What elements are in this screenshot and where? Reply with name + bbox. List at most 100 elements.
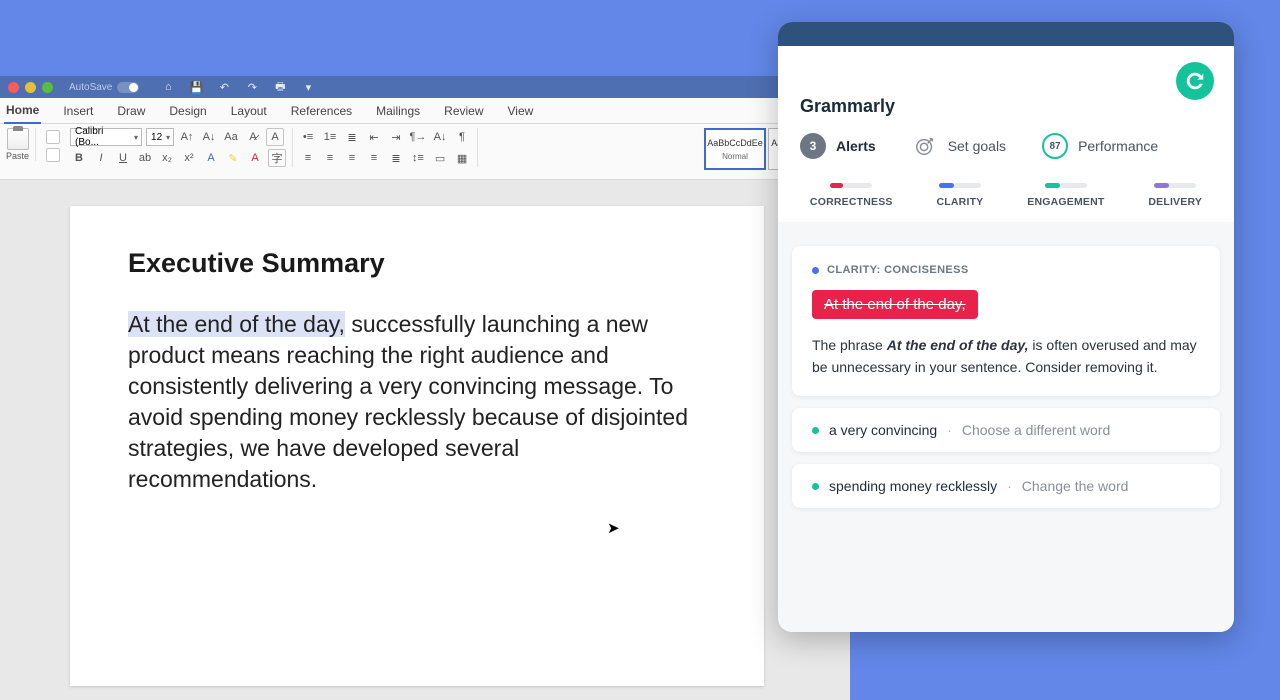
tab-review[interactable]: Review (442, 99, 485, 123)
bar-icon (830, 183, 872, 188)
justify-icon[interactable]: ≡ (365, 149, 383, 167)
tab-home[interactable]: Home (4, 98, 41, 124)
target-icon (912, 133, 938, 159)
tab-insert[interactable]: Insert (61, 99, 95, 123)
grammarly-header-bar (778, 22, 1234, 46)
tab-performance[interactable]: 87 Performance (1042, 133, 1158, 159)
word-window: AutoSave ⌂ 💾 ↶ ↷ 🖶 ▾ Home Insert Draw De… (0, 76, 850, 700)
suggestion-cards: CLARITY: CONCISENESS At the end of the d… (778, 222, 1234, 632)
grammarly-title: Grammarly (800, 96, 1208, 117)
card-phrase: spending money recklessly (829, 478, 997, 494)
grammarly-logo-icon (1176, 62, 1214, 100)
font-color-icon[interactable]: A (246, 149, 264, 167)
suggestion-card-2[interactable]: a very convincing · Choose a different w… (792, 408, 1220, 452)
cut-icon[interactable] (46, 130, 60, 144)
tab-alerts[interactable]: 3 Alerts (800, 133, 876, 159)
ltr-icon[interactable]: ¶→ (409, 128, 427, 146)
category-engagement[interactable]: ENGAGEMENT (1027, 183, 1104, 208)
word-title-bar: AutoSave ⌂ 💾 ↶ ↷ 🖶 ▾ (0, 76, 850, 98)
doc-paragraph: At the end of the day, successfully laun… (128, 309, 704, 495)
card-action: Choose a different word (962, 422, 1110, 438)
text-effects-icon[interactable]: A (202, 149, 220, 167)
shading-icon[interactable]: ▭ (431, 149, 449, 167)
enclose-char-icon[interactable]: 字 (268, 149, 286, 167)
chevron-down-icon[interactable]: ▾ (299, 78, 317, 96)
autosave-toggle[interactable]: AutoSave (69, 82, 139, 93)
clipboard-extras (42, 128, 64, 164)
bar-icon (939, 183, 981, 188)
save-icon[interactable]: 💾 (187, 78, 205, 96)
print-icon[interactable]: 🖶 (271, 78, 289, 96)
highlight-icon[interactable]: ✎ (224, 149, 242, 167)
underline-icon[interactable]: U (114, 149, 132, 167)
card-phrase: a very convincing (829, 422, 937, 438)
align-right-icon[interactable]: ≡ (343, 149, 361, 167)
category-delivery[interactable]: DELIVERY (1148, 183, 1202, 208)
clear-format-icon[interactable]: A̷ (244, 128, 262, 146)
undo-icon[interactable]: ↶ (215, 78, 233, 96)
tab-draw[interactable]: Draw (115, 99, 147, 123)
separator: · (947, 422, 952, 438)
increase-indent-icon[interactable]: ⇥ (387, 128, 405, 146)
distribute-icon[interactable]: ≣ (387, 149, 405, 167)
strike-icon[interactable]: ab (136, 149, 154, 167)
tab-design[interactable]: Design (167, 99, 208, 123)
card-explanation: The phrase At the end of the day, is oft… (812, 335, 1200, 378)
font-size-select[interactable]: 12 (146, 128, 174, 146)
decrease-indent-icon[interactable]: ⇤ (365, 128, 383, 146)
bar-icon (1045, 183, 1087, 188)
pilcrow-icon[interactable]: ¶ (453, 128, 471, 146)
suggestion-card-3[interactable]: spending money recklessly · Change the w… (792, 464, 1220, 508)
remove-phrase-chip[interactable]: At the end of the day, (812, 290, 978, 319)
change-case-icon[interactable]: Aa (222, 128, 240, 146)
doc-heading: Executive Summary (128, 248, 704, 279)
grammarly-header: Grammarly (778, 46, 1234, 127)
dot-icon (812, 483, 819, 490)
bullets-icon[interactable]: •≡ (299, 128, 317, 146)
subscript-icon[interactable]: x₂ (158, 149, 176, 167)
suggestion-card-main[interactable]: CLARITY: CONCISENESS At the end of the d… (792, 246, 1220, 396)
tab-view[interactable]: View (506, 99, 536, 123)
close-window-icon[interactable] (8, 82, 19, 93)
char-border-icon[interactable]: A (266, 128, 284, 146)
superscript-icon[interactable]: x² (180, 149, 198, 167)
performance-score-badge: 87 (1042, 133, 1068, 159)
format-painter-icon[interactable] (46, 148, 60, 162)
line-spacing-icon[interactable]: ↕≡ (409, 149, 427, 167)
shrink-font-icon[interactable]: A↓ (200, 128, 218, 146)
bold-icon[interactable]: B (70, 149, 88, 167)
sort-icon[interactable]: A↓ (431, 128, 449, 146)
paragraph-group: •≡ 1≡ ≣ ⇤ ⇥ ¶→ A↓ ¶ ≡ ≡ ≡ ≡ ≣ ↕≡ ▭ ▦ (299, 128, 478, 167)
autosave-label: AutoSave (69, 82, 112, 93)
paste-button[interactable]: Paste (6, 128, 36, 161)
italic-icon[interactable]: I (92, 149, 110, 167)
tab-layout[interactable]: Layout (229, 99, 269, 123)
home-icon[interactable]: ⌂ (159, 78, 177, 96)
style-normal[interactable]: AaBbCcDdEe Normal (704, 128, 766, 170)
performance-label: Performance (1078, 138, 1158, 154)
align-left-icon[interactable]: ≡ (299, 149, 317, 167)
document-page[interactable]: Executive Summary At the end of the day,… (70, 206, 764, 686)
minimize-window-icon[interactable] (25, 82, 36, 93)
card-action: Change the word (1022, 478, 1129, 494)
font-family-select[interactable]: Calibri (Bo... (70, 128, 142, 146)
tab-references[interactable]: References (289, 99, 354, 123)
doc-body-text: successfully launching a new product mea… (128, 311, 688, 492)
grow-font-icon[interactable]: A↑ (178, 128, 196, 146)
alerts-label: Alerts (836, 138, 876, 154)
goals-label: Set goals (948, 138, 1006, 154)
align-center-icon[interactable]: ≡ (321, 149, 339, 167)
tab-set-goals[interactable]: Set goals (912, 133, 1006, 159)
numbering-icon[interactable]: 1≡ (321, 128, 339, 146)
borders-icon[interactable]: ▦ (453, 149, 471, 167)
paste-label: Paste (6, 151, 29, 161)
ribbon: Paste Calibri (Bo... 12 A↑ A↓ Aa A̷ A B … (0, 124, 850, 180)
redo-icon[interactable]: ↷ (243, 78, 261, 96)
multilevel-icon[interactable]: ≣ (343, 128, 361, 146)
category-clarity[interactable]: CLARITY (936, 183, 983, 208)
category-correctness[interactable]: CORRECTNESS (810, 183, 893, 208)
bar-icon (1154, 183, 1196, 188)
maximize-window-icon[interactable] (42, 82, 53, 93)
grammarly-panel: Grammarly 3 Alerts Set goals 87 Performa… (778, 22, 1234, 632)
tab-mailings[interactable]: Mailings (374, 99, 422, 123)
